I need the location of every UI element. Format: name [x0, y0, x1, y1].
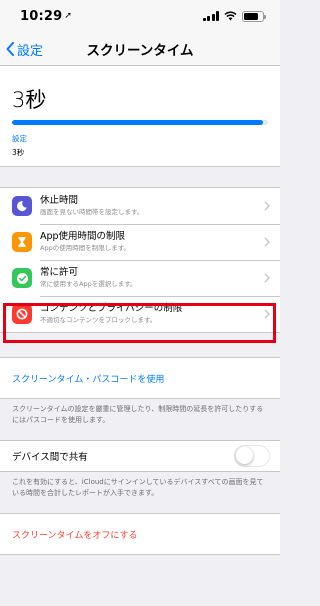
wifi-icon: [224, 11, 237, 21]
row-subtitle: 不適切なコンテンツをブロックします。: [40, 316, 157, 324]
toggle-knob: [236, 447, 253, 464]
row-subtitle: Appの使用時間を制限します。: [40, 244, 131, 252]
usage-summary[interactable]: 3秒 設定 3秒: [0, 66, 280, 167]
usage-bar-fill: [12, 120, 263, 125]
downtime-row[interactable]: 休止時間 画面を見ない時間帯を設定します。: [0, 188, 280, 224]
downtime-icon: [12, 196, 32, 216]
share-across-devices-row: デバイス間で共有: [0, 441, 280, 471]
share-group: デバイス間で共有: [0, 440, 280, 472]
row-title: コンテンツとプライバシーの制限: [40, 303, 183, 314]
usage-legend-value: 3秒: [12, 148, 25, 157]
chevron-right-icon: [264, 201, 270, 211]
row-title: 休止時間: [40, 195, 79, 206]
share-footnote: これを有効にすると、iCloudにサインインしているデバイスすべての画面を見てい…: [12, 478, 264, 497]
always-allowed-row[interactable]: 常に許可 常に使用するAppを選択します。: [0, 260, 280, 296]
row-title: 常に許可: [40, 267, 79, 278]
usage-legend-label: 設定: [12, 134, 27, 143]
passcode-footnote: スクリーンタイムの設定を厳重に管理したり、制限時間の延長を許可したりするにはパス…: [12, 405, 264, 424]
passcode-group: スクリーンタイム・パスコードを使用: [0, 357, 280, 399]
restriction-icon: [12, 304, 32, 324]
row-title: App使用時間の制限: [40, 231, 126, 242]
back-button[interactable]: 設定: [6, 32, 43, 66]
chevron-left-icon: [6, 42, 14, 56]
turn-off-group: スクリーンタイムをオフにする: [0, 513, 280, 555]
row-subtitle: 常に使用するAppを選択します。: [40, 280, 137, 288]
share-label: デバイス間で共有: [12, 452, 88, 463]
settings-group: 休止時間 画面を見ない時間帯を設定します。 App使用時間の制限 Appの使用時…: [0, 187, 280, 333]
use-passcode-link[interactable]: スクリーンタイム・パスコードを使用: [0, 358, 280, 398]
usage-total-time: 3秒: [12, 88, 47, 112]
status-time: 10:29: [20, 8, 63, 24]
chevron-right-icon: [264, 237, 270, 247]
back-label: 設定: [17, 43, 44, 59]
location-arrow-icon: ➚: [64, 11, 72, 21]
usage-bar: [12, 120, 268, 125]
chevron-right-icon: [264, 273, 270, 283]
hourglass-icon: [12, 232, 32, 252]
app-limits-row[interactable]: App使用時間の制限 Appの使用時間を制限します。: [0, 224, 280, 260]
chevron-right-icon: [264, 309, 270, 319]
checkmark-seal-icon: [12, 268, 32, 288]
battery-icon: [242, 10, 266, 22]
content-privacy-row[interactable]: コンテンツとプライバシーの制限 不適切なコンテンツをブロックします。: [0, 296, 280, 332]
cellular-signal-icon: [202, 11, 219, 21]
row-subtitle: 画面を見ない時間帯を設定します。: [40, 208, 144, 216]
status-bar: 10:29 ➚: [0, 0, 280, 32]
turn-off-screen-time-button[interactable]: スクリーンタイムをオフにする: [0, 514, 280, 554]
share-toggle[interactable]: [234, 445, 270, 467]
navigation-bar: 設定 スクリーンタイム: [0, 32, 280, 66]
